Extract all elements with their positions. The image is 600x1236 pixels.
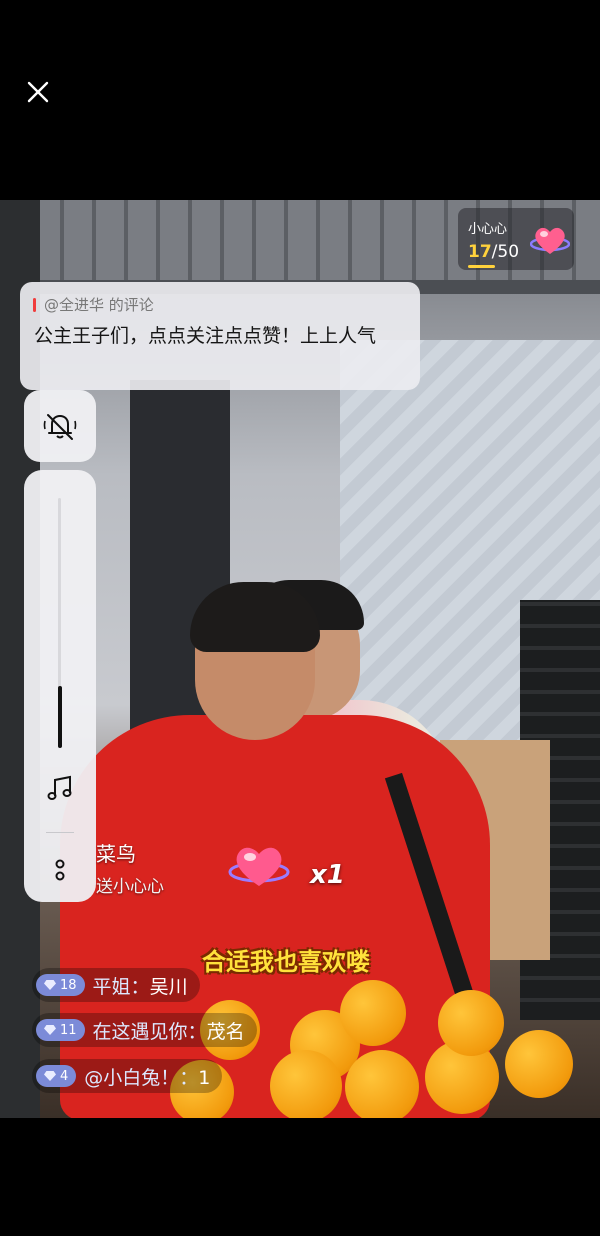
heart-badge-count: 17/50 (468, 242, 520, 262)
level-badge: 11 (36, 1019, 85, 1041)
gift-sender-name: 菜鸟 (96, 842, 136, 866)
close-button[interactable] (22, 76, 54, 108)
gem-icon (44, 980, 56, 990)
panel-divider (46, 832, 74, 833)
gem-icon (44, 1025, 56, 1035)
music-button[interactable] (38, 766, 82, 810)
gift-action: 送小心心 (96, 877, 164, 897)
mute-button[interactable] (24, 390, 96, 462)
chat-text: 茂名 (206, 1020, 245, 1043)
video-caption: 合适我也喜欢喽 (202, 948, 370, 976)
chat-message[interactable]: 18 平姐：吴川 (32, 968, 200, 1002)
music-note-icon (47, 775, 72, 800)
chat-username: @小白兔！： (84, 1066, 199, 1089)
volume-slider-fill[interactable] (58, 685, 62, 748)
pinned-comment[interactable]: @全进华 的评论 公主王子们，点点关注点点赞！上上人气 (20, 282, 420, 390)
chat-text: 1 (198, 1066, 211, 1089)
chat-message[interactable]: 11 在这遇见你：茂名 (32, 1013, 257, 1047)
heart-progress-badge[interactable]: 小心心 17/50 (458, 208, 574, 270)
chat-username: 平姐： (92, 975, 150, 998)
pin-indicator (33, 298, 36, 312)
more-button[interactable] (44, 848, 76, 892)
heart-gift-icon (228, 847, 290, 886)
more-dots-icon (55, 859, 65, 881)
level-badge: 4 (36, 1065, 77, 1087)
gift-multiplier: x1 (310, 860, 345, 890)
pinned-comment-author: @全进华 的评论 (44, 296, 154, 314)
chat-message[interactable]: 4 @小白兔！：1 (32, 1059, 223, 1093)
gem-icon (44, 1071, 56, 1081)
bell-muted-icon (43, 414, 77, 440)
heart-progress-bar (468, 265, 495, 268)
chat-text: 吴川 (149, 975, 188, 998)
heart-badge-label: 小心心 (468, 222, 508, 237)
close-icon (27, 81, 49, 103)
side-control-panel (24, 470, 96, 902)
chat-username: 在这遇见你： (92, 1020, 207, 1043)
pinned-comment-text: 公主王子们，点点关注点点赞！上上人气 (34, 325, 377, 347)
bottom-bar (0, 1118, 600, 1236)
level-badge: 18 (36, 974, 85, 996)
heart-gift-icon (530, 227, 570, 254)
